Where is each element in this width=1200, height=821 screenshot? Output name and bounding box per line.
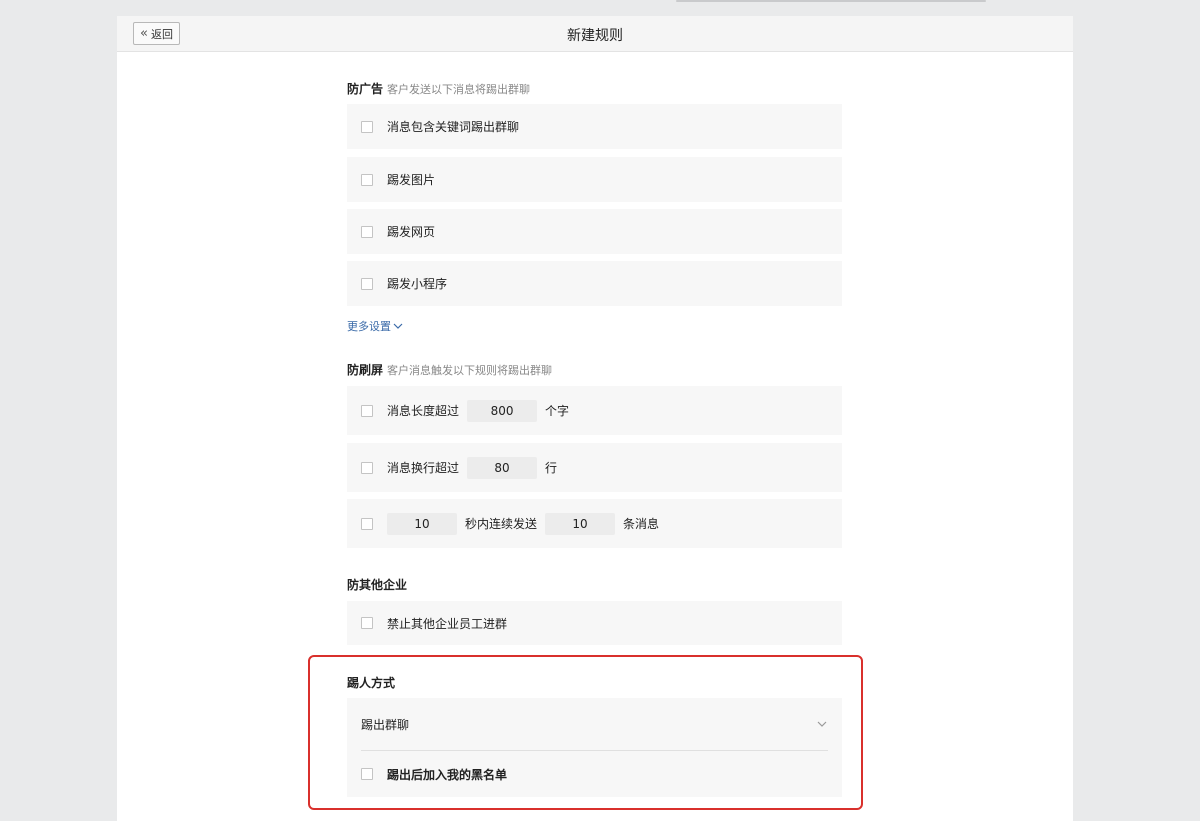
anti-spam-burst-row: 秒内连续发送 条消息 bbox=[347, 499, 842, 548]
anti-spam-lines-checkbox[interactable] bbox=[361, 461, 373, 474]
highlight-annotation-box bbox=[308, 655, 863, 810]
anti-spam-lines-suffix: 行 bbox=[545, 461, 558, 475]
anti-ad-image-row: 踢发图片 bbox=[347, 157, 842, 202]
page-title: 新建规则 bbox=[567, 28, 623, 44]
burst-seconds-input[interactable] bbox=[387, 512, 457, 535]
anti-spam-burst-checkbox[interactable] bbox=[361, 517, 373, 530]
anti-ad-miniprogram-row: 踢发小程序 bbox=[347, 261, 842, 306]
chevron-down-icon bbox=[393, 323, 403, 329]
anti-ad-section-title: 防广告 客户发送以下消息将踢出群聊 bbox=[347, 80, 530, 97]
anti-spam-title: 防刷屏 bbox=[347, 363, 384, 377]
anti-spam-length-prefix: 消息长度超过 bbox=[387, 404, 460, 418]
anti-ad-subtitle: 客户发送以下消息将踢出群聊 bbox=[387, 83, 531, 96]
anti-other-title: 防其他企业 bbox=[347, 578, 408, 592]
anti-other-section-title: 防其他企业 bbox=[347, 576, 407, 593]
anti-ad-webpage-label: 踢发网页 bbox=[387, 225, 436, 239]
anti-ad-keyword-row: 消息包含关键词踢出群聊 bbox=[347, 104, 842, 149]
burst-count-input[interactable] bbox=[545, 512, 616, 535]
anti-other-forbid-row: 禁止其他企业员工进群 bbox=[347, 601, 842, 645]
anti-spam-length-row: 消息长度超过 个字 bbox=[347, 386, 842, 435]
anti-ad-miniprogram-checkbox[interactable] bbox=[361, 277, 373, 290]
more-settings-label: 更多设置 bbox=[347, 320, 391, 333]
anti-spam-subtitle: 客户消息触发以下规则将踢出群聊 bbox=[387, 364, 553, 377]
anti-ad-keyword-label: 消息包含关键词踢出群聊 bbox=[387, 120, 520, 134]
anti-spam-length-checkbox[interactable] bbox=[361, 404, 373, 417]
anti-other-forbid-label: 禁止其他企业员工进群 bbox=[387, 616, 508, 631]
anti-spam-lines-prefix: 消息换行超过 bbox=[387, 461, 460, 475]
anti-ad-webpage-checkbox[interactable] bbox=[361, 225, 373, 238]
anti-spam-burst-suffix: 条消息 bbox=[623, 517, 660, 531]
anti-ad-image-checkbox[interactable] bbox=[361, 173, 373, 186]
anti-spam-section-title: 防刷屏 客户消息触发以下规则将踢出群聊 bbox=[347, 361, 552, 378]
anti-ad-miniprogram-label: 踢发小程序 bbox=[387, 277, 448, 291]
anti-spam-lines-row: 消息换行超过 行 bbox=[347, 443, 842, 492]
anti-spam-burst-middle: 秒内连续发送 bbox=[465, 517, 538, 531]
anti-ad-keyword-checkbox[interactable] bbox=[361, 120, 373, 133]
anti-spam-length-suffix: 个字 bbox=[545, 404, 570, 418]
anti-ad-title: 防广告 bbox=[347, 82, 384, 96]
more-settings-link[interactable]: 更多设置 bbox=[347, 318, 403, 334]
top-scroll-indicator bbox=[676, 0, 986, 2]
page-header: « 返回 新建规则 bbox=[117, 16, 1073, 52]
anti-other-forbid-checkbox[interactable] bbox=[361, 617, 373, 629]
line-limit-input[interactable] bbox=[467, 456, 538, 479]
anti-ad-image-label: 踢发图片 bbox=[387, 173, 436, 187]
anti-ad-webpage-row: 踢发网页 bbox=[347, 209, 842, 254]
length-limit-input[interactable] bbox=[467, 399, 538, 422]
